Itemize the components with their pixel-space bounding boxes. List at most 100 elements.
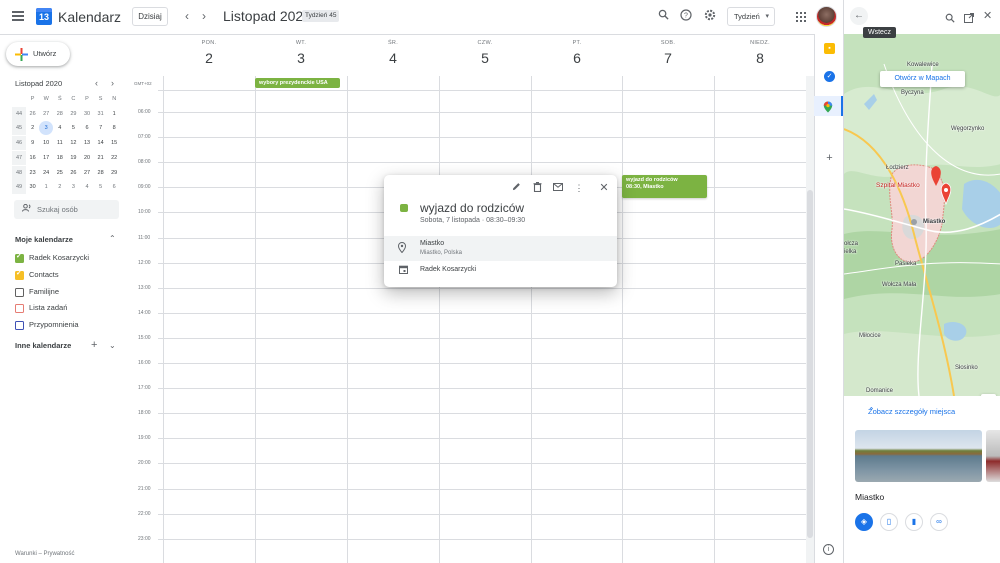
mini-day[interactable]: 23 bbox=[26, 166, 40, 180]
mini-day[interactable]: 20 bbox=[80, 151, 94, 165]
mini-day[interactable]: 9 bbox=[26, 136, 40, 150]
map-place-label[interactable]: Wołcza Mała bbox=[882, 282, 916, 288]
share-link-icon[interactable]: ∞ bbox=[930, 513, 948, 531]
mini-day[interactable]: 5 bbox=[94, 180, 108, 194]
edit-pencil-icon[interactable] bbox=[510, 182, 522, 194]
main-menu-icon[interactable] bbox=[12, 11, 24, 21]
mini-week-number[interactable]: 49 bbox=[12, 180, 26, 195]
mini-day[interactable]: 15 bbox=[107, 136, 121, 150]
day-column-header[interactable]: PT. 6 bbox=[531, 40, 623, 66]
allday-event-chip[interactable]: wybory prezydenckie USA bbox=[255, 78, 340, 88]
day-column-header[interactable]: ŚR. 4 bbox=[347, 40, 439, 66]
mini-week-number[interactable]: 47 bbox=[12, 150, 26, 165]
mini-week-number[interactable]: 44 bbox=[12, 106, 26, 121]
search-people-field[interactable]: Szukaj osób bbox=[14, 200, 119, 219]
account-avatar[interactable] bbox=[816, 6, 837, 27]
calendar-logo-icon[interactable]: 13 bbox=[36, 8, 52, 25]
mini-day[interactable]: 7 bbox=[94, 121, 108, 135]
mini-day[interactable]: 28 bbox=[94, 166, 108, 180]
map-place-label[interactable]: Kowalewice bbox=[907, 62, 939, 68]
mini-day[interactable]: 25 bbox=[53, 166, 67, 180]
mini-day[interactable]: 16 bbox=[26, 151, 40, 165]
terms-privacy-links[interactable]: Warunki – Prywatność bbox=[15, 551, 74, 557]
mini-day[interactable]: 4 bbox=[80, 180, 94, 194]
mini-day[interactable]: 2 bbox=[26, 121, 40, 135]
mini-day[interactable]: 22 bbox=[107, 151, 121, 165]
mini-day[interactable]: 3 bbox=[66, 180, 80, 194]
back-arrow-icon[interactable]: ← bbox=[850, 7, 868, 25]
day-column-header[interactable]: NIEDZ. 8 bbox=[714, 40, 806, 66]
calendar-checkbox[interactable] bbox=[15, 304, 24, 314]
mini-day[interactable]: 2 bbox=[53, 180, 67, 194]
info-icon[interactable]: i bbox=[823, 544, 834, 555]
calendar-list-item[interactable]: Przypomnienia bbox=[15, 319, 115, 333]
mini-day[interactable]: 4 bbox=[53, 121, 67, 135]
map-place-label[interactable]: Byczyna bbox=[901, 90, 924, 96]
email-envelope-icon[interactable] bbox=[552, 182, 564, 194]
calendar-list-item[interactable]: Lista zadań bbox=[15, 302, 115, 316]
day-number[interactable]: 7 bbox=[622, 50, 714, 66]
mini-day[interactable]: 27 bbox=[80, 166, 94, 180]
search-icon[interactable] bbox=[656, 9, 670, 23]
place-details-link[interactable]: Zobacz szczegóły miejsca bbox=[868, 407, 955, 416]
mini-day[interactable]: 30 bbox=[80, 107, 94, 121]
add-calendar-plus-icon[interactable]: + bbox=[91, 339, 97, 351]
zoom-in-icon[interactable]: + bbox=[981, 394, 996, 396]
day-column-header[interactable]: SOB. 7 bbox=[622, 40, 714, 66]
mini-day[interactable]: 31 bbox=[94, 107, 108, 121]
google-apps-grid-icon[interactable] bbox=[796, 12, 806, 22]
add-addon-plus-icon[interactable]: + bbox=[824, 153, 835, 164]
mini-day[interactable]: 29 bbox=[66, 107, 80, 121]
my-calendars-title[interactable]: Moje kalendarze bbox=[15, 235, 73, 244]
open-new-window-icon[interactable] bbox=[964, 10, 974, 28]
more-options-icon[interactable]: ⋮ bbox=[573, 182, 585, 194]
calendar-list-item[interactable]: Familijne bbox=[15, 286, 115, 300]
mini-day[interactable]: 24 bbox=[39, 166, 53, 180]
previous-week-icon[interactable]: ‹ bbox=[181, 9, 193, 23]
day-number[interactable]: 2 bbox=[163, 50, 255, 66]
day-number[interactable]: 3 bbox=[255, 50, 347, 66]
map-place-label[interactable]: Domanice bbox=[866, 388, 893, 394]
mini-day[interactable]: 10 bbox=[39, 136, 53, 150]
mini-day[interactable]: 3 bbox=[39, 121, 54, 136]
tasks-icon[interactable]: ✓ bbox=[824, 71, 835, 82]
map-place-label[interactable]: ołcza bbox=[844, 241, 858, 247]
today-button[interactable]: Dzisiaj bbox=[132, 7, 168, 26]
mini-day[interactable]: 1 bbox=[39, 180, 53, 194]
mini-day[interactable]: 30 bbox=[26, 180, 40, 194]
day-column-header[interactable]: CZW. 5 bbox=[439, 40, 531, 66]
day-number[interactable]: 6 bbox=[531, 50, 623, 66]
calendar-list-item[interactable]: Radek Kosarzycki bbox=[15, 252, 115, 266]
mini-day[interactable]: 19 bbox=[66, 151, 80, 165]
close-icon[interactable]: ✕ bbox=[598, 182, 610, 194]
mini-day[interactable]: 26 bbox=[66, 166, 80, 180]
mini-day[interactable]: 29 bbox=[107, 166, 121, 180]
map-place-label[interactable]: Łodzierz bbox=[886, 165, 909, 171]
maps-pin-icon[interactable] bbox=[823, 100, 833, 118]
place-photo-secondary[interactable] bbox=[986, 430, 1000, 482]
mini-day[interactable]: 6 bbox=[80, 121, 94, 135]
send-to-phone-icon[interactable]: ▮ bbox=[905, 513, 923, 531]
mini-day[interactable]: 5 bbox=[66, 121, 80, 135]
mini-day[interactable]: 26 bbox=[26, 107, 40, 121]
mini-prev-month-icon[interactable]: ‹ bbox=[95, 78, 98, 88]
save-bookmark-icon[interactable]: ▯ bbox=[880, 513, 898, 531]
grid-scrollbar-thumb[interactable] bbox=[807, 190, 813, 538]
close-panel-icon[interactable]: ✕ bbox=[983, 9, 992, 22]
keep-notes-icon[interactable]: ▪ bbox=[824, 43, 835, 54]
mini-day[interactable]: 6 bbox=[107, 180, 121, 194]
mini-day[interactable]: 12 bbox=[66, 136, 80, 150]
calendar-checkbox[interactable] bbox=[15, 321, 24, 331]
directions-icon[interactable]: ◈ bbox=[855, 513, 873, 531]
timed-event-chip[interactable]: wyjazd do rodziców 08:30, Miastko bbox=[622, 175, 707, 198]
open-in-maps-button[interactable]: Otwórz w Mapach bbox=[880, 71, 965, 87]
mini-day[interactable]: 13 bbox=[80, 136, 94, 150]
day-number[interactable]: 4 bbox=[347, 50, 439, 66]
map-place-label[interactable]: Węgorzynko bbox=[951, 126, 984, 132]
delete-trash-icon[interactable] bbox=[531, 182, 543, 194]
mini-day[interactable]: 21 bbox=[94, 151, 108, 165]
app-title[interactable]: Kalendarz bbox=[58, 9, 121, 25]
day-number[interactable]: 8 bbox=[714, 50, 806, 66]
view-switcher-dropdown[interactable]: Tydzień bbox=[727, 7, 775, 26]
mini-day[interactable]: 8 bbox=[107, 121, 121, 135]
